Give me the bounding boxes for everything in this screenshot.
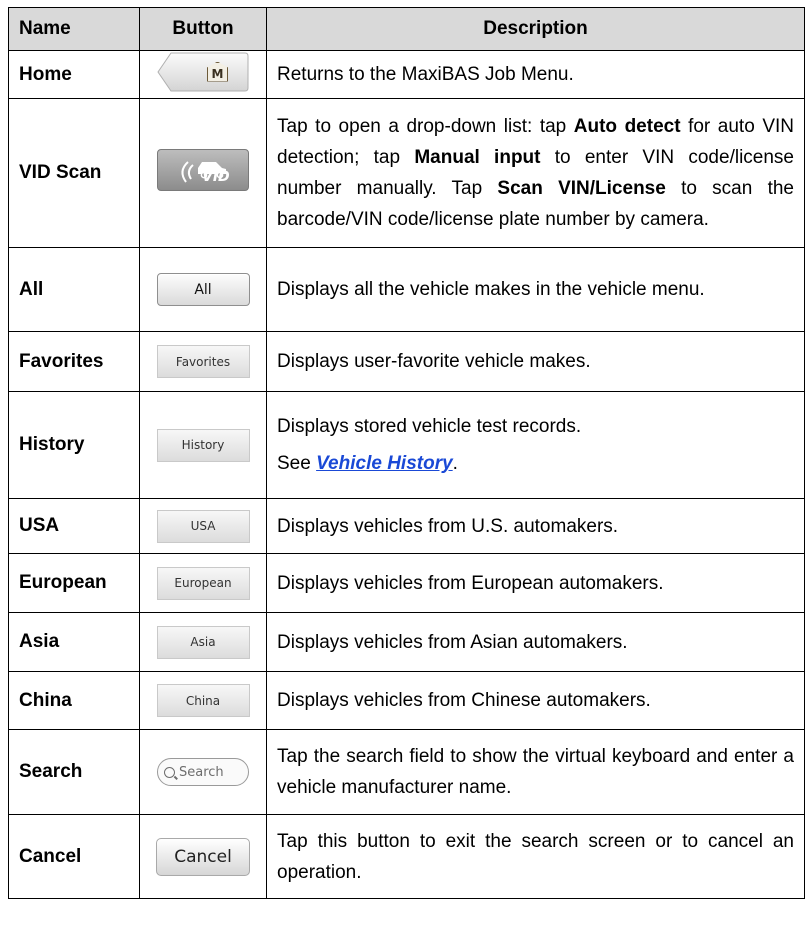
search-placeholder: Search — [179, 764, 224, 780]
row-name: VID Scan — [8, 98, 140, 248]
row-description: Tap the search field to show the virtual… — [266, 729, 805, 815]
row-button-cell: Cancel — [139, 814, 267, 899]
row-description: Displays all the vehicle makes in the ve… — [266, 247, 805, 332]
row-button-cell: All — [139, 247, 267, 332]
row-description: Returns to the MaxiBAS Job Menu. — [266, 50, 805, 99]
row-button-cell: China — [139, 671, 267, 730]
row-name: All — [8, 247, 140, 332]
history-see-also: See Vehicle History. — [277, 448, 794, 479]
auto-detect-term: Auto detect — [573, 116, 681, 137]
row-name: History — [8, 391, 140, 499]
table-row: Cancel Cancel Tap this button to exit th… — [8, 814, 805, 899]
history-button[interactable]: History — [156, 428, 250, 462]
see-prefix: See — [277, 453, 317, 474]
row-name: European — [8, 553, 140, 613]
row-description: Displays vehicles from Asian automakers. — [266, 612, 805, 672]
row-button-cell: History — [139, 391, 267, 499]
home-button-shape — [157, 52, 249, 91]
usa-button[interactable]: USA — [156, 509, 250, 543]
row-description: Displays vehicles from Chinese automaker… — [266, 671, 805, 730]
header-button: Button — [139, 7, 267, 51]
row-button-cell: Favorites — [139, 331, 267, 392]
row-description: Tap this button to exit the search scree… — [266, 814, 805, 899]
vid-label: VID — [202, 169, 230, 185]
row-button-cell: VID — [139, 98, 267, 248]
china-button[interactable]: China — [156, 684, 250, 717]
manual-input-term: Manual input — [414, 147, 541, 168]
row-name: China — [8, 671, 140, 730]
table-row: Search Search Tap the search field to sh… — [8, 729, 805, 815]
table-row: VID Scan VID Tap to open a drop-down lis… — [8, 98, 805, 248]
cancel-button[interactable]: Cancel — [156, 837, 250, 876]
row-button-cell: European — [139, 553, 267, 613]
row-name: Home — [8, 50, 140, 99]
vehicle-history-link[interactable]: Vehicle History — [316, 453, 453, 474]
history-description: Displays stored vehicle test records. — [277, 416, 582, 437]
row-description: Displays vehicles from European automake… — [266, 553, 805, 613]
favorites-button[interactable]: Favorites — [156, 345, 250, 378]
table-row: European European Displays vehicles from… — [8, 553, 805, 613]
row-description: Displays stored vehicle test records. Se… — [266, 391, 805, 499]
search-field[interactable]: Search — [157, 758, 249, 786]
all-button[interactable]: All — [156, 273, 250, 306]
row-button-cell: Search — [139, 729, 267, 815]
vid-scan-button[interactable]: VID — [157, 149, 249, 191]
header-name: Name — [8, 7, 140, 51]
header-description: Description — [266, 7, 805, 51]
home-button[interactable]: M — [157, 52, 249, 92]
table-header-row: Name Button Description — [8, 7, 805, 51]
button-reference-table: Name Button Description Home M Returns t… — [8, 7, 805, 899]
table-row: Asia Asia Displays vehicles from Asian a… — [8, 612, 805, 672]
asia-button[interactable]: Asia — [156, 625, 250, 659]
row-description: Displays user-favorite vehicle makes. — [266, 331, 805, 392]
row-name: Search — [8, 729, 140, 815]
table-row: USA USA Displays vehicles from U.S. auto… — [8, 498, 805, 554]
table-row: China China Displays vehicles from Chine… — [8, 671, 805, 730]
table-row: History History Displays stored vehicle … — [8, 391, 805, 499]
row-description: Tap to open a drop-down list: tap Auto d… — [266, 98, 805, 248]
row-name: Asia — [8, 612, 140, 672]
row-button-cell: Asia — [139, 612, 267, 672]
row-button-cell: USA — [139, 498, 267, 554]
row-description: Displays vehicles from U.S. automakers. — [266, 498, 805, 554]
row-name: USA — [8, 498, 140, 554]
desc-text: Tap to open a drop-down list: tap — [277, 116, 574, 137]
vid-scan-description: Tap to open a drop-down list: tap Auto d… — [277, 111, 794, 235]
table-row: All All Displays all the vehicle makes i… — [8, 247, 805, 332]
row-name: Cancel — [8, 814, 140, 899]
table-row: Home M Returns to the MaxiBAS Job Menu. — [8, 50, 805, 99]
european-button[interactable]: European — [156, 566, 250, 600]
search-icon — [164, 766, 175, 778]
row-name: Favorites — [8, 331, 140, 392]
see-suffix: . — [452, 453, 458, 474]
scan-vin-license-term: Scan VIN/License — [497, 178, 666, 199]
row-button-cell: M — [139, 50, 267, 99]
table-row: Favorites Favorites Displays user-favori… — [8, 331, 805, 392]
